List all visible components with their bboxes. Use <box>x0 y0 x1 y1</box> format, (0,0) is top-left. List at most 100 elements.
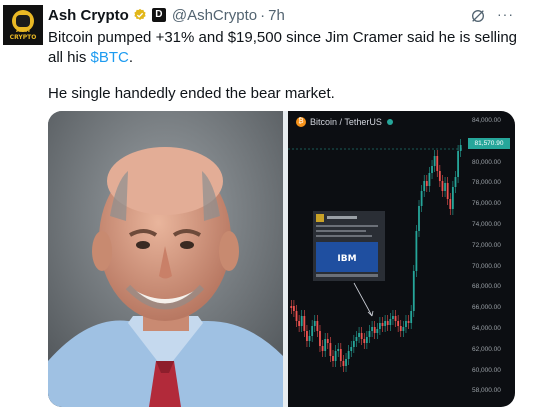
cashtag-link[interactable]: $BTC <box>91 49 129 66</box>
candle-body <box>290 306 293 308</box>
candle-body <box>319 331 321 346</box>
price-axis-label: 78,000.00 <box>472 179 501 187</box>
price-axis-label: 58,000.00 <box>472 387 501 395</box>
inset-avatar <box>316 214 324 222</box>
live-status-icon <box>386 119 393 125</box>
candle-body <box>428 173 431 186</box>
verified-badge-icon <box>134 8 146 20</box>
candle-body <box>444 183 446 191</box>
candle-body <box>371 327 373 331</box>
post-text: Bitcoin pumped +31% and $19,500 since Ji… <box>48 28 528 68</box>
chart-title-bar: ₿ Bitcoin / TetherUS <box>296 117 393 127</box>
price-axis-label: 64,000.00 <box>472 325 501 332</box>
candle-body <box>316 321 319 331</box>
price-axis-label: 74,000.00 <box>472 221 501 228</box>
candle-body <box>358 333 360 337</box>
candle-body <box>392 316 394 319</box>
candle-body <box>379 323 381 329</box>
candle-body <box>342 361 345 366</box>
arrow-line <box>353 282 373 317</box>
candle-body <box>345 359 347 366</box>
post-line1-end: . <box>128 49 134 66</box>
price-axis-label: 68,000.00 <box>472 283 501 291</box>
candle-body <box>451 187 454 209</box>
candle-body <box>363 339 366 343</box>
candle-body <box>311 326 314 336</box>
candle-body <box>433 156 436 166</box>
candle-body <box>324 339 327 351</box>
author-name[interactable]: Ash Crypto <box>48 7 129 24</box>
more-icon[interactable]: ··· <box>497 6 514 22</box>
candle-body <box>313 321 316 326</box>
candle-body <box>350 347 353 351</box>
candle-body <box>431 166 433 173</box>
candle-body <box>376 329 379 333</box>
candle-body <box>334 351 337 361</box>
btc-price-chart: IBM <box>288 139 464 372</box>
chart-title: Bitcoin / TetherUS <box>310 117 382 127</box>
post-header: Ash Crypto D @AshCrypto · 7h <box>48 4 285 26</box>
candle-body <box>339 349 342 361</box>
candle-body <box>436 156 439 171</box>
candle-body <box>407 321 410 323</box>
candle-body <box>295 311 298 321</box>
candle-body <box>308 336 311 341</box>
author-avatar[interactable]: ASH CRYPTO <box>3 5 43 45</box>
post-time[interactable]: 7h <box>268 7 285 24</box>
candle-body <box>384 321 387 326</box>
candle-body <box>459 145 462 151</box>
price-axis-label: 66,000.00 <box>472 304 501 312</box>
candle-body <box>365 337 368 343</box>
avatar-text: ASH CRYPTO <box>9 27 37 41</box>
candle-body <box>293 306 295 311</box>
candle-body <box>373 327 376 333</box>
candle-body <box>441 181 444 191</box>
author-handle[interactable]: @AshCrypto <box>172 7 257 24</box>
candle-body <box>412 271 415 311</box>
candle-body <box>415 231 418 271</box>
candle-body <box>332 356 334 361</box>
media-photo-cramer[interactable] <box>48 111 283 407</box>
price-axis-label: 80,000.00 <box>472 158 501 166</box>
candle-body <box>454 177 457 187</box>
candle-body <box>423 181 426 191</box>
candle-body <box>355 337 358 341</box>
candle-body <box>425 181 428 186</box>
candle-body <box>303 316 306 331</box>
candle-body <box>321 346 324 351</box>
portrait-illustration <box>48 111 283 407</box>
affiliate-badge-icon[interactable]: D <box>151 8 166 22</box>
candle-body <box>449 199 452 209</box>
post-media[interactable]: IBM ₿ Bitcoin / TetherUS 84,000.0082,000… <box>48 111 515 407</box>
current-price-tag: 81,570.90 <box>468 138 510 149</box>
bitcoin-icon: ₿ <box>296 117 306 127</box>
candle-body <box>397 321 400 326</box>
media-photo-btc-chart[interactable]: IBM ₿ Bitcoin / TetherUS 84,000.0082,000… <box>288 111 515 407</box>
candle-body <box>368 331 371 337</box>
candle-body <box>306 331 308 341</box>
avatar-face <box>16 15 30 27</box>
candle-body <box>418 206 420 231</box>
price-axis-label: 84,000.00 <box>472 117 501 124</box>
candle-body <box>298 321 301 326</box>
candle-body <box>410 311 413 323</box>
candle-body <box>394 316 397 321</box>
candle-body <box>337 349 340 351</box>
candle-body <box>438 171 441 181</box>
price-axis-label: 60,000.00 <box>472 366 501 374</box>
candle-body <box>405 321 407 327</box>
candle-body <box>381 323 384 326</box>
post-line2: He single handedly ended the bear market… <box>48 85 335 102</box>
candle-body <box>389 319 392 325</box>
candle-body <box>386 321 389 325</box>
price-axis-label: 76,000.00 <box>472 200 501 208</box>
price-axis-label: 62,000.00 <box>472 345 501 353</box>
price-axis-label: 70,000.00 <box>472 262 501 270</box>
candle-body <box>347 351 350 359</box>
candle-body <box>329 343 332 356</box>
candle-body <box>352 341 355 347</box>
price-axis-label: 72,000.00 <box>472 241 501 249</box>
candle-body <box>300 316 303 326</box>
candle-body <box>360 333 363 339</box>
grok-icon[interactable] <box>470 8 486 24</box>
